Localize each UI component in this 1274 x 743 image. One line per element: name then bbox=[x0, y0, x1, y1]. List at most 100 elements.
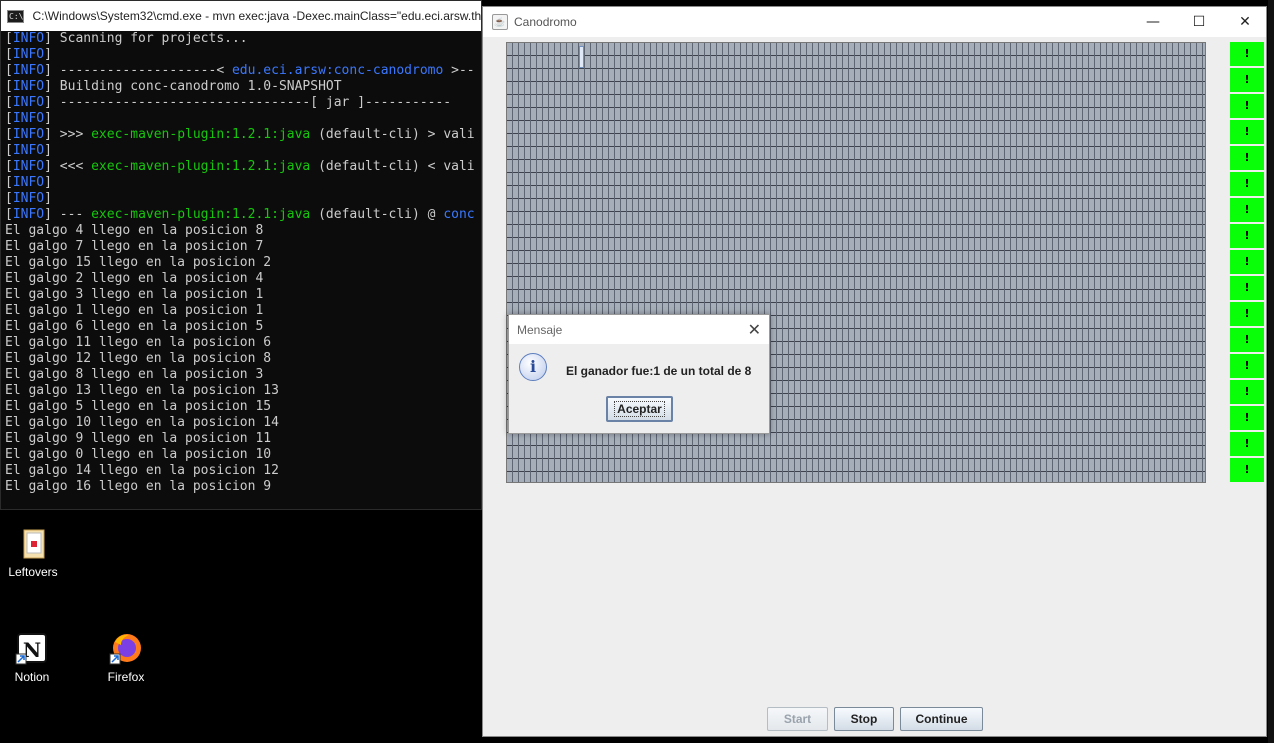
console-line: El galgo 0 llego en la posicion 10 bbox=[5, 447, 481, 463]
cmd-titlebar[interactable]: C:\ C:\Windows\System32\cmd.exe - mvn ex… bbox=[1, 1, 481, 31]
console-line: [INFO] bbox=[5, 191, 481, 207]
console-line: El galgo 5 llego en la posicion 15 bbox=[5, 399, 481, 415]
window-title: Canodromo bbox=[514, 15, 577, 29]
console-text: [ bbox=[5, 191, 13, 206]
stop-button[interactable]: Stop bbox=[834, 707, 894, 731]
console-text: ] Building conc-canodromo 1.0-SNAPSHOT bbox=[44, 79, 342, 94]
cmd-title: C:\Windows\System32\cmd.exe - mvn exec:j… bbox=[32, 9, 481, 23]
console-text: edu.eci.arsw:conc-canodromo bbox=[231, 63, 444, 78]
console-line: [INFO] --------------------------------[… bbox=[5, 95, 481, 111]
console-text: INFO bbox=[12, 191, 45, 206]
console-text: [ bbox=[5, 95, 13, 110]
finish-light: ! bbox=[1230, 250, 1264, 274]
console-text: INFO bbox=[12, 95, 45, 110]
close-button[interactable]: ✕ bbox=[1222, 7, 1268, 37]
console-line: [INFO] bbox=[5, 47, 481, 63]
console-text: INFO bbox=[12, 111, 45, 126]
console-text: [ bbox=[5, 79, 13, 94]
finish-light: ! bbox=[1230, 224, 1264, 248]
console-text: El galgo 3 llego en la posicion 1 bbox=[5, 287, 264, 302]
console-text: INFO bbox=[12, 31, 45, 46]
console-text: El galgo 1 llego en la posicion 1 bbox=[5, 303, 264, 318]
console-line: El galgo 4 llego en la posicion 8 bbox=[5, 223, 481, 239]
accept-button[interactable]: Aceptar bbox=[606, 396, 673, 422]
minimize-button[interactable]: — bbox=[1130, 7, 1176, 37]
console-text: INFO bbox=[12, 127, 45, 142]
notion-icon: N bbox=[15, 632, 49, 666]
console-text: El galgo 13 llego en la posicion 13 bbox=[5, 383, 279, 398]
console-line: [INFO] Building conc-canodromo 1.0-SNAPS… bbox=[5, 79, 481, 95]
control-buttons: Start Stop Continue bbox=[767, 707, 983, 731]
console-line: [INFO] --- exec-maven-plugin:1.2.1:java … bbox=[5, 207, 481, 223]
desktop-icon-label: Firefox bbox=[107, 670, 145, 684]
console-text: [ bbox=[5, 31, 13, 46]
console-line: El galgo 16 llego en la posicion 9 bbox=[5, 479, 481, 495]
console-text: >-- bbox=[443, 63, 475, 78]
folder-icon bbox=[16, 527, 50, 561]
console-text: ] --------------------< bbox=[44, 63, 232, 78]
console-line: El galgo 12 llego en la posicion 8 bbox=[5, 351, 481, 367]
console-text: El galgo 6 llego en la posicion 5 bbox=[5, 319, 264, 334]
desktop-icon-firefox[interactable]: Firefox bbox=[91, 632, 161, 684]
console-text: El galgo 8 llego en la posicion 3 bbox=[5, 367, 264, 382]
console-line: [INFO] --------------------< edu.eci.ars… bbox=[5, 63, 481, 79]
start-button[interactable]: Start bbox=[767, 707, 828, 731]
finish-light: ! bbox=[1230, 94, 1264, 118]
console-text: ] <<< bbox=[44, 159, 92, 174]
desktop-icon-leftovers[interactable]: Leftovers bbox=[0, 527, 68, 579]
finish-light: ! bbox=[1230, 432, 1264, 456]
finish-light: ! bbox=[1230, 172, 1264, 196]
console-text: INFO bbox=[12, 207, 45, 222]
console-text: INFO bbox=[12, 159, 45, 174]
console-text: INFO bbox=[12, 63, 45, 78]
console-line: El galgo 14 llego en la posicion 12 bbox=[5, 463, 481, 479]
console-line: [INFO] bbox=[5, 175, 481, 191]
finish-light: ! bbox=[1230, 458, 1264, 482]
finish-light: ! bbox=[1230, 198, 1264, 222]
cmd-output: [INFO] Scanning for projects... [INFO] [IN… bbox=[1, 31, 481, 495]
console-line: El galgo 15 llego en la posicion 2 bbox=[5, 255, 481, 271]
finish-light: ! bbox=[1230, 120, 1264, 144]
console-text: (default-cli) > vali bbox=[310, 127, 475, 142]
dialog-titlebar[interactable]: Mensaje ✕ bbox=[509, 315, 769, 344]
console-text: INFO bbox=[12, 143, 45, 158]
console-text: El galgo 5 llego en la posicion 15 bbox=[5, 399, 272, 414]
cmd-window[interactable]: C:\ C:\Windows\System32\cmd.exe - mvn ex… bbox=[0, 0, 482, 510]
console-text: [ bbox=[5, 207, 13, 222]
console-text: El galgo 4 llego en la posicion 8 bbox=[5, 223, 264, 238]
finish-light: ! bbox=[1230, 328, 1264, 352]
console-line: [INFO] Scanning for projects... bbox=[5, 31, 481, 47]
dialog-close-icon[interactable]: ✕ bbox=[748, 320, 761, 340]
finish-lights: !!!!!!!!!!!!!!!!! bbox=[1230, 42, 1264, 484]
console-line: [INFO] bbox=[5, 143, 481, 159]
console-text: ] >>> bbox=[44, 127, 92, 142]
finish-light: ! bbox=[1230, 380, 1264, 404]
console-text: conc bbox=[443, 207, 475, 222]
track-cell-marker bbox=[579, 46, 584, 68]
desktop-icon-label: Leftovers bbox=[8, 565, 58, 579]
console-text: (default-cli) < vali bbox=[310, 159, 475, 174]
console-text: (default-cli) @ bbox=[310, 207, 444, 222]
console-text: ] --- bbox=[44, 207, 92, 222]
finish-light: ! bbox=[1230, 42, 1264, 66]
console-text: INFO bbox=[12, 175, 45, 190]
maximize-button[interactable]: ☐ bbox=[1176, 7, 1222, 37]
console-text: El galgo 7 llego en la posicion 7 bbox=[5, 239, 264, 254]
console-text: El galgo 11 llego en la posicion 6 bbox=[5, 335, 272, 350]
console-text: [ bbox=[5, 127, 13, 142]
console-line: [INFO] >>> exec-maven-plugin:1.2.1:java … bbox=[5, 127, 481, 143]
console-line: El galgo 8 llego en la posicion 3 bbox=[5, 367, 481, 383]
console-line: El galgo 1 llego en la posicion 1 bbox=[5, 303, 481, 319]
console-line: El galgo 9 llego en la posicion 11 bbox=[5, 431, 481, 447]
console-text: ] bbox=[44, 143, 52, 158]
finish-light: ! bbox=[1230, 146, 1264, 170]
firefox-icon bbox=[109, 632, 143, 666]
info-icon: i bbox=[519, 353, 547, 381]
continue-button[interactable]: Continue bbox=[900, 707, 983, 731]
desktop-icon-notion[interactable]: N Notion bbox=[0, 632, 67, 684]
console-text: ] Scanning for projects... bbox=[44, 31, 248, 46]
message-dialog[interactable]: Mensaje ✕ i El ganador fue:1 de un total… bbox=[508, 314, 770, 434]
console-line: El galgo 3 llego en la posicion 1 bbox=[5, 287, 481, 303]
console-line: El galgo 6 llego en la posicion 5 bbox=[5, 319, 481, 335]
console-text: exec-maven-plugin:1.2.1:java bbox=[91, 207, 311, 222]
